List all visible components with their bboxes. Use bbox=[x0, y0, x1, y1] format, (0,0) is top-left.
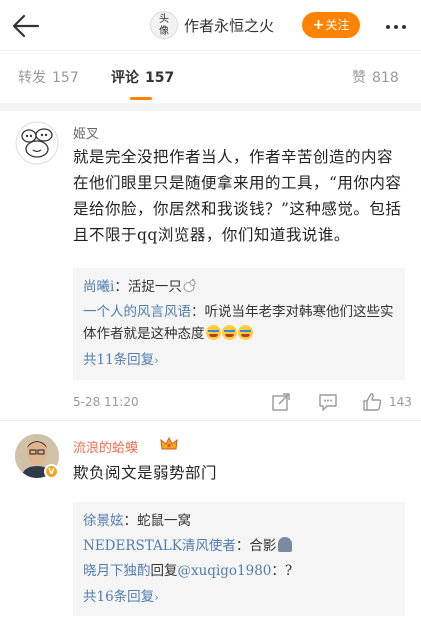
chicken-icon bbox=[183, 278, 197, 292]
reply-item[interactable]: 一个人的风言风语：听说当年老李对韩寒他们这些实体作者就是这种态度 bbox=[83, 301, 395, 345]
reply-author[interactable]: 徐景妶 bbox=[83, 513, 124, 529]
thumbs-up-icon[interactable] bbox=[361, 391, 383, 413]
crying-emoji-icon bbox=[237, 325, 253, 340]
reply-item[interactable]: 尚曦i：活捉一只 bbox=[83, 276, 395, 298]
crying-emoji-icon bbox=[221, 325, 237, 340]
reply-count-label: 共16条回复 bbox=[83, 589, 155, 605]
follow-button[interactable]: +关注 bbox=[302, 12, 360, 38]
doodle-avatar-icon bbox=[15, 121, 59, 165]
crying-emoji-icon bbox=[205, 325, 221, 340]
tab-comment-count: 157 bbox=[145, 70, 175, 86]
tab-comment[interactable]: 评论 157 bbox=[111, 67, 174, 87]
member-crown-icon bbox=[160, 436, 178, 450]
comment-timestamp: 5-28 11:20 bbox=[73, 395, 139, 409]
reply-word: 回复 bbox=[150, 563, 178, 579]
reply-separator: ： bbox=[123, 513, 138, 529]
author-name[interactable]: 作者永恒之火 bbox=[184, 15, 274, 36]
reply-separator: ： bbox=[235, 538, 250, 554]
more-options-icon[interactable] bbox=[386, 16, 412, 34]
tab-bar: 转发 157 评论 157 赞 818 bbox=[0, 51, 421, 103]
top-bar: 头 像 作者永恒之火 +关注 bbox=[0, 0, 421, 50]
mention-link[interactable]: @xuqigo1980 bbox=[178, 563, 272, 579]
tab-repost[interactable]: 转发 157 bbox=[18, 67, 79, 87]
tab-comment-label: 评论 bbox=[111, 70, 139, 86]
bottom-edge bbox=[0, 628, 421, 641]
view-all-replies-link[interactable]: 共11条回复› bbox=[83, 348, 395, 368]
reply-author[interactable]: NEDERSTALK清风使者 bbox=[83, 538, 236, 554]
reply-item[interactable]: NEDERSTALK清风使者：合影 bbox=[83, 535, 395, 557]
commenter-avatar[interactable] bbox=[15, 121, 59, 165]
follow-label: 关注 bbox=[325, 18, 350, 32]
reply-item[interactable]: 徐景妶：蛇鼠一窝 bbox=[83, 510, 395, 532]
reply-separator: ： bbox=[191, 304, 205, 320]
plus-icon: + bbox=[312, 17, 325, 33]
reply-text: ? bbox=[284, 563, 293, 579]
author-avatar[interactable]: 头 像 bbox=[150, 11, 178, 39]
reply-item[interactable]: 晓月下独酌回复@xuqigo1980：? bbox=[83, 560, 395, 582]
view-all-replies-link[interactable]: 共16条回复› bbox=[83, 585, 395, 605]
section-divider bbox=[0, 103, 421, 111]
reply-author[interactable]: 晓月下独酌 bbox=[83, 563, 151, 579]
verified-badge-icon: V bbox=[44, 464, 59, 479]
tab-like-label: 赞 bbox=[352, 70, 366, 86]
tab-like[interactable]: 赞 818 bbox=[352, 67, 399, 87]
comment-text: 就是完全没把作者当人，作者辛苦创造的内容在他们眼里只是随便拿来用的工具，“用你内… bbox=[73, 148, 402, 244]
avatar-text-bottom: 像 bbox=[159, 26, 169, 37]
avatar-text-top: 头 bbox=[159, 14, 169, 25]
like-count: 143 bbox=[389, 395, 412, 409]
reply-text: 活捉一只 bbox=[127, 279, 182, 295]
reply-count-label: 共11条回复 bbox=[83, 352, 155, 368]
reply-preview[interactable]: 尚曦i：活捉一只 一个人的风言风语：听说当年老李对韩寒他们这些实体作者就是这种态… bbox=[73, 268, 405, 380]
commenter-name[interactable]: 姬叉 bbox=[73, 123, 99, 142]
share-icon[interactable] bbox=[270, 391, 292, 413]
chevron-right-icon: › bbox=[154, 591, 159, 604]
reply-text: 合影 bbox=[249, 538, 277, 554]
reply-preview[interactable]: 徐景妶：蛇鼠一窝 NEDERSTALK清风使者：合影 晓月下独酌回复@xuqig… bbox=[73, 502, 405, 616]
comment-icon[interactable] bbox=[317, 391, 339, 413]
tab-repost-label: 转发 bbox=[18, 70, 46, 86]
reply-author[interactable]: 尚曦i bbox=[83, 279, 114, 295]
tab-repost-count: 157 bbox=[52, 70, 79, 86]
ghost-emoji-icon bbox=[278, 537, 293, 552]
active-tab-indicator bbox=[130, 97, 152, 100]
reply-separator: ： bbox=[271, 563, 285, 579]
reply-author[interactable]: 一个人的风言风语 bbox=[83, 304, 191, 320]
commenter-name[interactable]: 流浪的蛤蟆 bbox=[73, 437, 138, 456]
chevron-right-icon: › bbox=[154, 354, 159, 367]
back-arrow-icon[interactable] bbox=[10, 10, 42, 42]
comment-text: 欺负阅文是弱势部门 bbox=[73, 464, 218, 482]
reply-separator: ： bbox=[114, 279, 128, 295]
tab-like-count: 818 bbox=[372, 70, 399, 86]
reply-text: 蛇鼠一窝 bbox=[137, 513, 191, 529]
comment-divider bbox=[0, 420, 421, 421]
